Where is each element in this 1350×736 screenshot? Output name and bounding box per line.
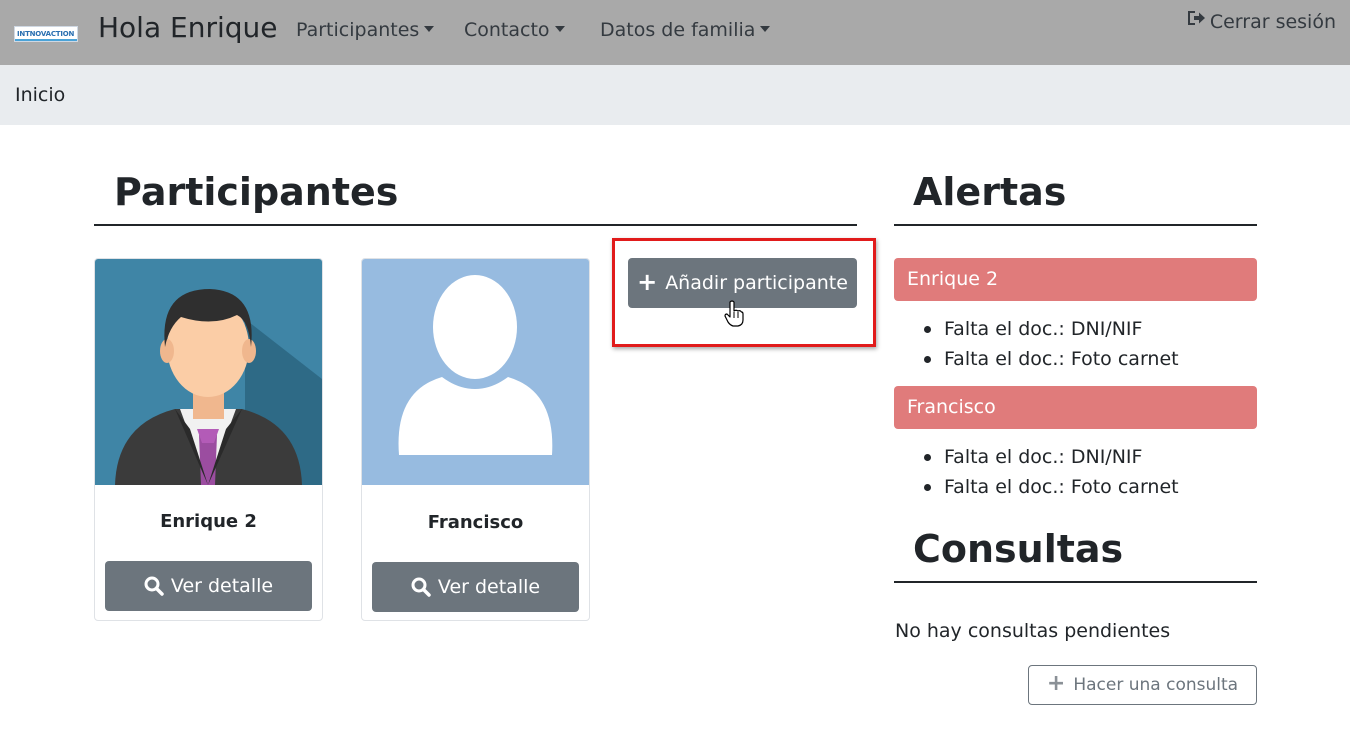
alert-item: Falta el doc.: Foto carnet xyxy=(924,472,1179,502)
greeting-brand[interactable]: Hola Enrique xyxy=(98,11,278,44)
no-queries-text: No hay consultas pendientes xyxy=(895,620,1171,642)
hand-pointer-icon xyxy=(724,300,744,327)
alert-list-francisco: Falta el doc.: DNI/NIF Falta el doc.: Fo… xyxy=(924,442,1179,502)
view-detail-button-francisco[interactable]: Ver detalle xyxy=(372,562,579,612)
participant-name: Enrique 2 xyxy=(160,511,257,532)
nav-menu-label: Contacto xyxy=(464,19,550,41)
nav-menu-datos-familia[interactable]: Datos de familia xyxy=(600,19,771,41)
alert-header-francisco: Francisco xyxy=(894,386,1257,429)
nav-menu-participantes[interactable]: Participantes xyxy=(296,19,435,41)
button-label: Ver detalle xyxy=(170,575,274,597)
alerts-heading: Alertas xyxy=(913,170,1067,214)
top-navbar: INTNOVACTION Hola Enrique Participantes … xyxy=(0,0,1350,65)
plus-icon: + xyxy=(637,267,658,296)
search-icon xyxy=(411,577,431,597)
queries-heading: Consultas xyxy=(913,527,1124,571)
alert-list-enrique: Falta el doc.: DNI/NIF Falta el doc.: Fo… xyxy=(924,314,1179,374)
company-logo[interactable]: INTNOVACTION xyxy=(14,26,78,42)
alert-item: Falta el doc.: Foto carnet xyxy=(924,344,1179,374)
search-icon xyxy=(144,576,164,596)
nav-menu-label: Participantes xyxy=(296,19,420,41)
participant-card-enrique: Enrique 2 Ver detalle xyxy=(94,258,323,621)
alert-item: Falta el doc.: DNI/NIF xyxy=(924,314,1179,344)
businessman-avatar-icon xyxy=(95,259,322,485)
nav-menu-label: Datos de familia xyxy=(600,19,756,41)
view-detail-button-enrique[interactable]: Ver detalle xyxy=(105,561,312,611)
button-label: Hacer una consulta xyxy=(1073,675,1239,695)
nav-menu-contacto[interactable]: Contacto xyxy=(464,19,565,41)
caret-down-icon xyxy=(760,26,771,32)
participants-heading: Participantes xyxy=(114,170,399,214)
caret-down-icon xyxy=(424,26,435,32)
queries-divider xyxy=(894,581,1257,583)
caret-down-icon xyxy=(554,26,565,32)
button-label: Añadir participante xyxy=(665,272,848,294)
user-silhouette-icon xyxy=(362,259,589,485)
participant-name: Francisco xyxy=(427,512,524,533)
button-label: Ver detalle xyxy=(437,576,541,598)
alerts-divider xyxy=(894,224,1257,226)
logout-link[interactable]: Cerrar sesión xyxy=(1186,11,1336,33)
logout-label: Cerrar sesión xyxy=(1209,11,1336,33)
breadcrumb: Inicio xyxy=(0,65,1350,125)
alert-item: Falta el doc.: DNI/NIF xyxy=(924,442,1179,472)
plus-icon: + xyxy=(1046,671,1066,696)
participant-card-francisco: Francisco Ver detalle xyxy=(361,258,590,621)
breadcrumb-item-inicio[interactable]: Inicio xyxy=(15,84,65,106)
make-query-button[interactable]: + Hacer una consulta xyxy=(1028,665,1257,705)
alert-header-enrique: Enrique 2 xyxy=(894,258,1257,301)
sign-out-icon xyxy=(1186,9,1206,32)
participants-divider xyxy=(94,224,857,226)
